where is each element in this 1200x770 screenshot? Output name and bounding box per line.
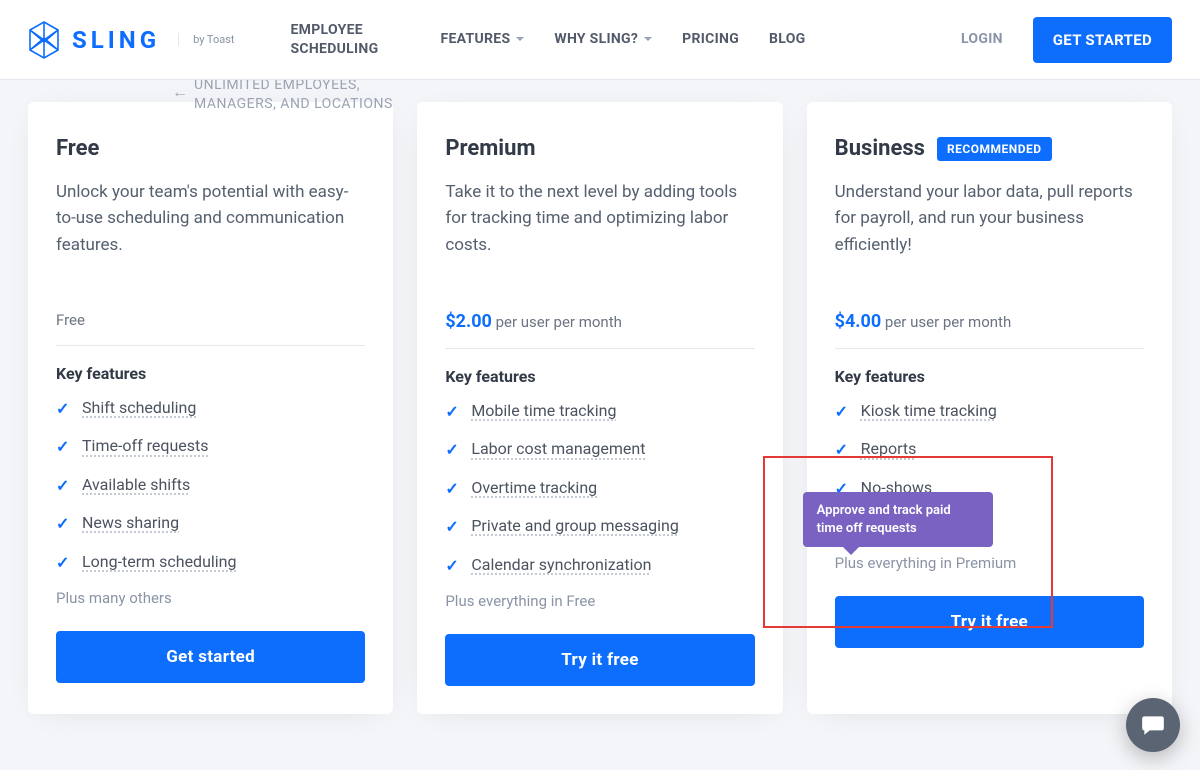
feature-item: ✓ Reports: [835, 438, 1144, 460]
feature-item: ✓ Private and group messaging: [445, 515, 754, 537]
annotation-text: Unlimited employees, managers, and locat…: [194, 77, 393, 112]
feature-text[interactable]: Reports: [861, 438, 917, 460]
check-icon: ✓: [56, 553, 70, 572]
chat-icon: [1140, 712, 1166, 738]
check-icon: ✓: [445, 440, 459, 459]
plan-card-premium: Premium Take it to the next level by add…: [417, 102, 782, 714]
pricing-cards: ← Unlimited employees, managers, and loc…: [28, 102, 1172, 714]
plan-card-free: ← Unlimited employees, managers, and loc…: [28, 102, 393, 714]
check-icon: ✓: [445, 556, 459, 575]
check-icon: ✓: [835, 440, 849, 459]
site-header: SLING by Toast EMPLOYEE SCHEDULING FEATU…: [0, 0, 1200, 80]
feature-item: ✓ News sharing: [56, 512, 365, 534]
feature-item: ✓ Available shifts: [56, 474, 365, 496]
check-icon: ✓: [56, 476, 70, 495]
feature-item: ✓ Overtime tracking: [445, 477, 754, 499]
check-icon: ✓: [445, 479, 459, 498]
feature-text[interactable]: Long-term scheduling: [82, 551, 237, 573]
nav-blog[interactable]: BLOG: [769, 30, 805, 48]
price-amount: $4.00: [835, 311, 882, 332]
feature-text[interactable]: Private and group messaging: [471, 515, 679, 537]
check-icon: ✓: [56, 437, 70, 456]
feature-text[interactable]: Mobile time tracking: [471, 400, 616, 422]
feature-item: ✓ Long-term scheduling: [56, 551, 365, 573]
key-features-heading: Key features: [835, 367, 1144, 386]
price-suffix: Free: [56, 311, 85, 329]
chevron-down-icon: [516, 37, 524, 45]
feature-item: ✓ Kiosk time tracking: [835, 400, 1144, 422]
brand-logo[interactable]: SLING by Toast: [28, 20, 234, 60]
check-icon: ✓: [56, 399, 70, 418]
plan-title: Business: [835, 136, 925, 161]
feature-text[interactable]: News sharing: [82, 512, 179, 534]
plan-description: Take it to the next level by adding tool…: [445, 179, 754, 289]
plan-price: $4.00 per user per month: [835, 311, 1144, 349]
check-icon: ✓: [445, 402, 459, 421]
nav-employee-scheduling[interactable]: EMPLOYEE SCHEDULING: [290, 21, 410, 57]
chat-launcher[interactable]: [1126, 698, 1180, 752]
brand-name: SLING: [72, 26, 160, 54]
check-icon: ✓: [445, 517, 459, 536]
plan-price: $2.00 per user per month: [445, 311, 754, 349]
feature-text[interactable]: Available shifts: [82, 474, 190, 496]
key-features-heading: Key features: [56, 364, 365, 383]
arrow-left-icon: ←: [172, 82, 189, 103]
feature-text[interactable]: Shift scheduling: [82, 397, 196, 419]
check-icon: ✓: [835, 402, 849, 421]
price-amount: $2.00: [445, 311, 492, 332]
nav-why-sling[interactable]: WHY SLING?: [554, 30, 652, 48]
feature-text[interactable]: Kiosk time tracking: [861, 400, 997, 422]
plan-plus-note: Plus many others: [56, 589, 365, 607]
plan-description: Unlock your team's potential with easy-t…: [56, 179, 365, 289]
plan-cta-button[interactable]: Try it free: [835, 596, 1144, 648]
check-icon: ✓: [56, 514, 70, 533]
feature-item: ✓ Time-off requests: [56, 435, 365, 457]
plan-description: Understand your labor data, pull reports…: [835, 179, 1144, 289]
price-suffix: per user per month: [885, 313, 1011, 331]
nav-features[interactable]: FEATURES: [440, 30, 524, 48]
plan-price: Free: [56, 311, 365, 346]
feature-item: ✓ Shift scheduling: [56, 397, 365, 419]
price-suffix: per user per month: [496, 313, 622, 331]
primary-nav: EMPLOYEE SCHEDULING FEATURES WHY SLING? …: [290, 17, 1172, 63]
feature-item: ✓ Labor cost management: [445, 438, 754, 460]
plan-cta-button[interactable]: Try it free: [445, 634, 754, 686]
nav-login[interactable]: LOGIN: [961, 30, 1003, 48]
plan-cta-button[interactable]: Get started: [56, 631, 365, 683]
plan-title: Free: [56, 136, 99, 161]
pricing-page: ← Unlimited employees, managers, and loc…: [0, 80, 1200, 714]
plan-title: Premium: [445, 136, 535, 161]
feature-item: ✓ Mobile time tracking: [445, 400, 754, 422]
handwriting-annotation: ← Unlimited employees, managers, and loc…: [194, 76, 393, 114]
plan-plus-note: Plus everything in Premium: [835, 554, 1144, 572]
chevron-down-icon: [644, 37, 652, 45]
recommended-badge: RECOMMENDED: [937, 137, 1052, 161]
logo-icon: [28, 20, 60, 60]
get-started-button[interactable]: GET STARTED: [1033, 17, 1172, 63]
nav-features-label: FEATURES: [440, 30, 510, 48]
feature-text[interactable]: Calendar synchronization: [471, 554, 651, 576]
nav-why-label: WHY SLING?: [554, 30, 638, 48]
feature-text[interactable]: Overtime tracking: [471, 477, 597, 499]
feature-tooltip: Approve and track paid time off requests: [803, 492, 993, 547]
nav-pricing[interactable]: PRICING: [682, 30, 739, 48]
feature-text[interactable]: Time-off requests: [82, 435, 209, 457]
feature-text[interactable]: Labor cost management: [471, 438, 645, 460]
plan-plus-note: Plus everything in Free: [445, 592, 754, 610]
brand-byline: by Toast: [178, 33, 234, 46]
feature-item: ✓ Calendar synchronization: [445, 554, 754, 576]
key-features-heading: Key features: [445, 367, 754, 386]
plan-card-business: Business RECOMMENDED Understand your lab…: [807, 102, 1172, 714]
